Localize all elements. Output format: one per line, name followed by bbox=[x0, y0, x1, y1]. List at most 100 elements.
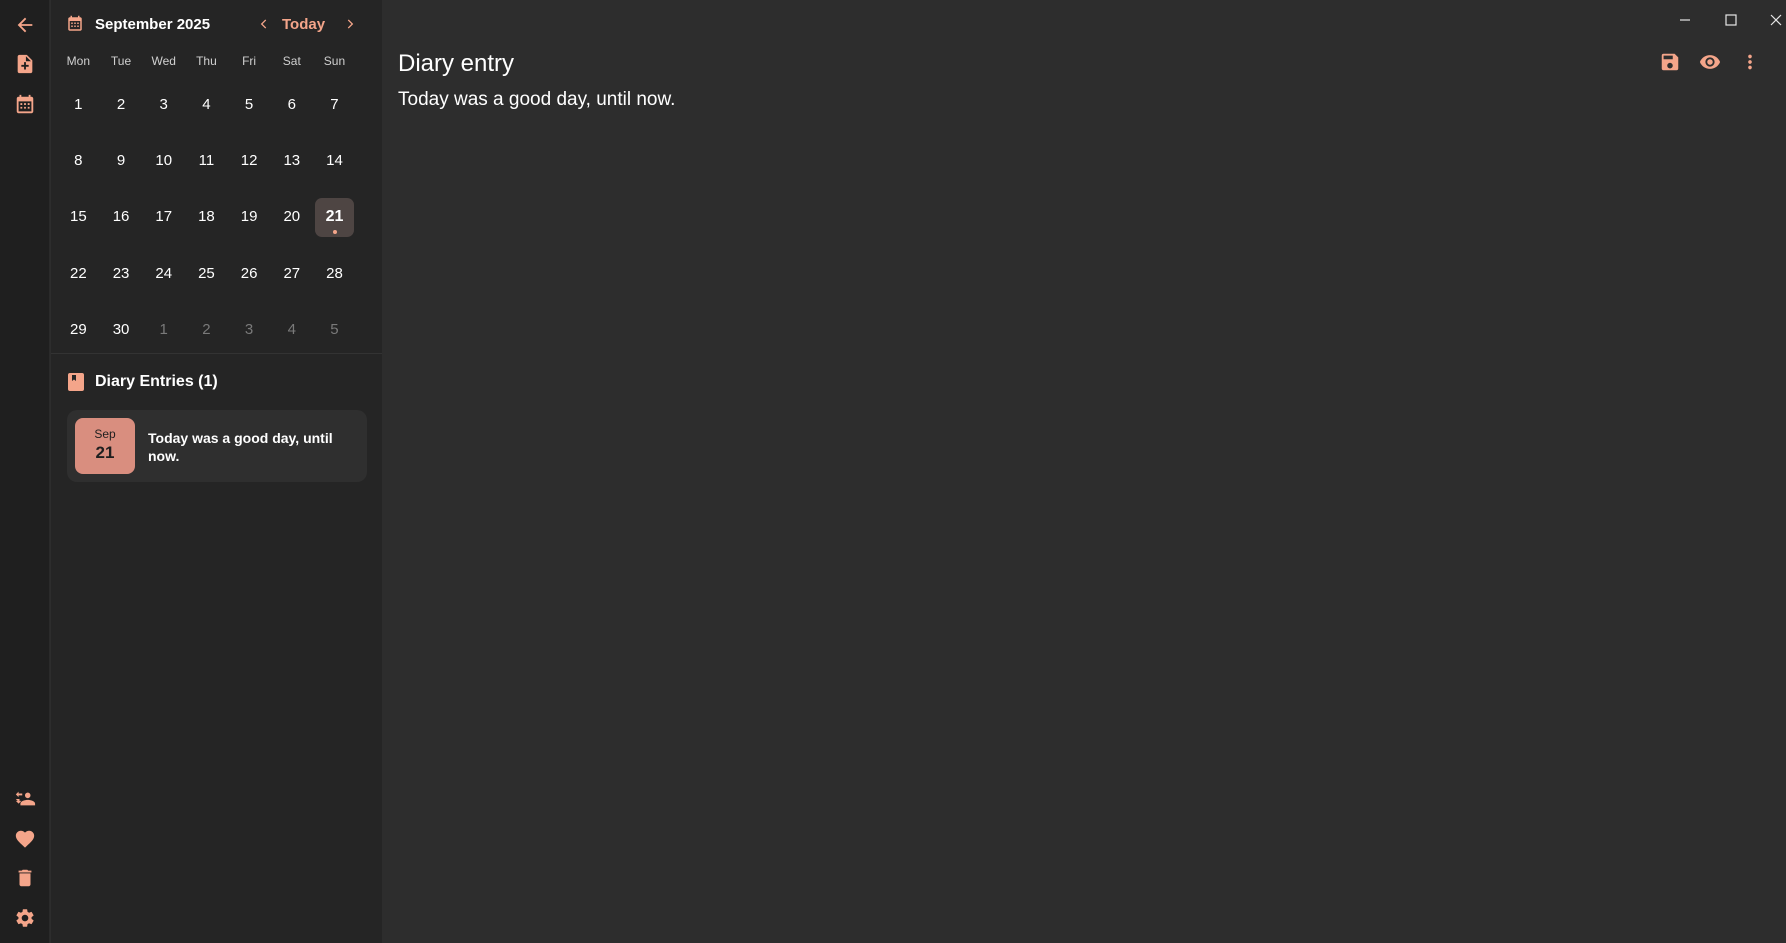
day-number: 21 bbox=[325, 207, 344, 225]
calendar-day[interactable]: 5 bbox=[228, 76, 271, 132]
calendar-day[interactable]: 23 bbox=[100, 245, 143, 301]
day-number: 11 bbox=[198, 152, 215, 170]
day-number: 14 bbox=[326, 152, 343, 170]
heart-icon bbox=[15, 830, 35, 848]
calendar-day[interactable]: 27 bbox=[270, 245, 313, 301]
calendar-day[interactable]: 1 bbox=[57, 76, 100, 132]
entry-month: Sep bbox=[94, 427, 116, 441]
calendar-header: September 2025 Today bbox=[51, 0, 382, 50]
day-number: 29 bbox=[70, 321, 87, 339]
calendar-day[interactable]: 24 bbox=[142, 245, 185, 301]
back-icon bbox=[17, 17, 33, 33]
calendar-day[interactable]: 17 bbox=[142, 189, 185, 245]
more-options-button[interactable] bbox=[1738, 50, 1762, 74]
calendar-day[interactable]: 15 bbox=[57, 189, 100, 245]
calendar-day[interactable]: 7 bbox=[313, 76, 356, 132]
calendar-day[interactable]: 11 bbox=[185, 132, 228, 188]
calendar-day[interactable]: 9 bbox=[100, 132, 143, 188]
calendar-day[interactable]: 20 bbox=[270, 189, 313, 245]
day-number: 12 bbox=[240, 152, 258, 170]
calendar-day[interactable]: 18 bbox=[185, 189, 228, 245]
switch-user-button[interactable] bbox=[12, 786, 38, 812]
close-icon bbox=[1770, 14, 1782, 26]
day-number: 26 bbox=[240, 264, 258, 282]
entry-preview-text: Today was a good day, until now. bbox=[148, 430, 333, 464]
document-body[interactable]: Today was a good day, until now. bbox=[398, 89, 675, 111]
save-button[interactable] bbox=[1658, 50, 1682, 74]
day-number: 1 bbox=[159, 321, 168, 339]
switch-user-icon bbox=[15, 791, 36, 806]
today-button[interactable]: Today bbox=[282, 16, 325, 33]
calendar-day-selected[interactable]: 21 bbox=[313, 189, 356, 245]
weekday-label: Tue bbox=[110, 54, 132, 68]
calendar-day[interactable]: 6 bbox=[270, 76, 313, 132]
entries-header: Diary Entries (1) bbox=[51, 370, 382, 396]
day-number: 3 bbox=[244, 321, 254, 339]
day-number: 23 bbox=[112, 264, 130, 282]
weekday-label: Fri bbox=[242, 54, 257, 68]
minimize-icon bbox=[1680, 19, 1690, 21]
close-button[interactable] bbox=[1761, 8, 1786, 32]
trash-icon bbox=[18, 869, 32, 887]
day-number: 27 bbox=[283, 264, 301, 282]
day-number: 3 bbox=[159, 95, 168, 113]
calendar-day[interactable]: 16 bbox=[100, 189, 143, 245]
day-number: 4 bbox=[287, 321, 296, 339]
book-icon bbox=[68, 373, 84, 391]
next-month-button[interactable] bbox=[340, 14, 360, 34]
new-entry-button[interactable] bbox=[12, 51, 38, 77]
calendar-day[interactable]: 12 bbox=[228, 132, 271, 188]
favorites-button[interactable] bbox=[12, 826, 38, 852]
calendar-month-icon bbox=[66, 15, 84, 33]
preview-button[interactable] bbox=[1698, 50, 1722, 74]
new-document-icon bbox=[17, 54, 33, 74]
calendar-day[interactable]: 1 bbox=[142, 302, 185, 358]
previous-month-button[interactable] bbox=[254, 14, 274, 34]
calendar-days-grid: 1 2 3 4 5 6 7 8 9 10 11 12 13 14 15 16 17 18 19 20 21 22 23 24 2… bbox=[57, 76, 377, 358]
day-number: 5 bbox=[330, 321, 339, 339]
calendar-button[interactable] bbox=[12, 92, 38, 118]
day-number: 4 bbox=[202, 95, 211, 113]
maximize-button[interactable] bbox=[1716, 8, 1746, 32]
calendar-day[interactable]: 5 bbox=[313, 302, 356, 358]
calendar-day[interactable]: 26 bbox=[228, 245, 271, 301]
calendar-day[interactable]: 30 bbox=[100, 302, 143, 358]
calendar-day[interactable]: 4 bbox=[270, 302, 313, 358]
month-title: September 2025 bbox=[95, 16, 211, 33]
entries-title: Diary Entries (1) bbox=[95, 373, 218, 390]
entry-indicator-dot bbox=[333, 229, 338, 234]
calendar-day[interactable]: 13 bbox=[270, 132, 313, 188]
editor-pane: Diary entry Today was a good day, until … bbox=[382, 0, 1786, 943]
calendar-day[interactable]: 28 bbox=[313, 245, 356, 301]
calendar-day[interactable]: 4 bbox=[185, 76, 228, 132]
back-button[interactable] bbox=[12, 12, 38, 38]
day-number: 1 bbox=[74, 95, 83, 113]
document-title[interactable]: Diary entry bbox=[398, 50, 514, 78]
day-number: 17 bbox=[155, 208, 173, 226]
weekday-label: Thu bbox=[196, 54, 217, 68]
day-number: 24 bbox=[155, 264, 173, 282]
calendar-icon bbox=[16, 94, 34, 114]
calendar-day[interactable]: 19 bbox=[228, 189, 271, 245]
calendar-day[interactable]: 3 bbox=[142, 76, 185, 132]
diary-entry-card[interactable]: Sep 21 Today was a good day, until now. bbox=[67, 410, 367, 482]
settings-gear-icon bbox=[16, 909, 34, 927]
calendar-day[interactable]: 8 bbox=[57, 132, 100, 188]
entry-date-badge: Sep 21 bbox=[75, 418, 135, 474]
calendar-day[interactable]: 3 bbox=[228, 302, 271, 358]
day-number: 2 bbox=[202, 321, 211, 339]
calendar-day[interactable]: 22 bbox=[57, 245, 100, 301]
calendar-day[interactable]: 29 bbox=[57, 302, 100, 358]
calendar-day[interactable]: 2 bbox=[100, 76, 143, 132]
calendar-day[interactable]: 14 bbox=[313, 132, 356, 188]
settings-button[interactable] bbox=[12, 905, 38, 931]
weekday-label: Sat bbox=[282, 54, 301, 68]
day-number: 18 bbox=[198, 208, 215, 226]
trash-button[interactable] bbox=[12, 865, 38, 891]
day-number: 22 bbox=[70, 264, 87, 282]
calendar-day[interactable]: 2 bbox=[185, 302, 228, 358]
calendar-day[interactable]: 25 bbox=[185, 245, 228, 301]
calendar-day[interactable]: 10 bbox=[142, 132, 185, 188]
day-number: 2 bbox=[116, 95, 126, 113]
minimize-button[interactable] bbox=[1670, 8, 1700, 32]
